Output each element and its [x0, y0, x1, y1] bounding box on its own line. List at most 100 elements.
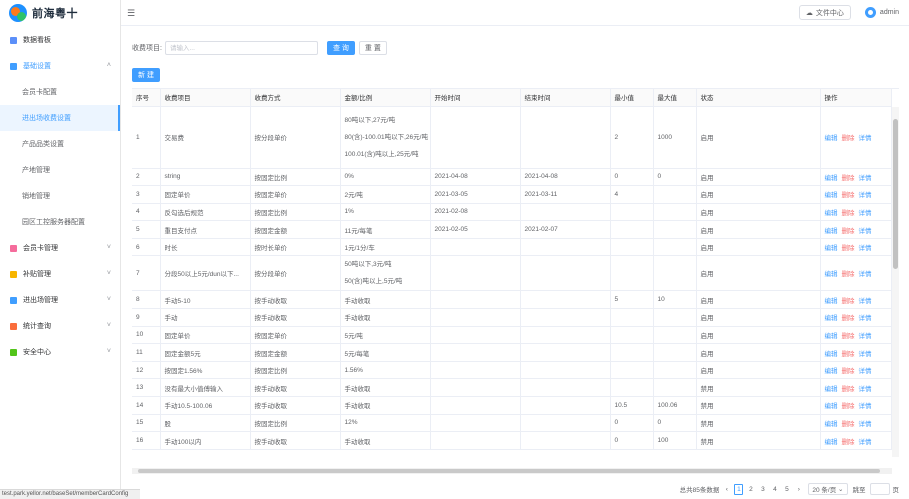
detail-link[interactable]: 详情	[859, 368, 872, 375]
page-number[interactable]: 3	[758, 484, 767, 495]
delete-link[interactable]: 删除	[842, 228, 855, 235]
edit-link[interactable]: 编辑	[825, 315, 838, 322]
sidebar-item-4[interactable]: 进出场管理 ˅	[0, 287, 120, 313]
detail-link[interactable]: 详情	[859, 192, 872, 199]
horizontal-scrollbar[interactable]	[132, 468, 892, 474]
edit-link[interactable]: 编辑	[825, 421, 838, 428]
detail-link[interactable]: 详情	[859, 386, 872, 393]
submenu-item-1[interactable]: 进出场收费设置	[0, 105, 120, 131]
edit-link[interactable]: 编辑	[825, 333, 838, 340]
delete-link[interactable]: 删除	[842, 333, 855, 340]
page-size-select[interactable]: 20 条/页 ⌄	[808, 483, 848, 495]
sidebar-item-1[interactable]: 基础设置 ˄	[0, 53, 120, 79]
cell-status: 启用	[696, 308, 821, 327]
edit-link[interactable]: 编辑	[825, 403, 838, 410]
goto-input[interactable]	[869, 483, 890, 495]
sidebar-item-0[interactable]: 数据看板	[0, 27, 120, 53]
cloud-icon: ☁	[805, 9, 813, 17]
submenu-item-0[interactable]: 会员卡配置	[0, 79, 120, 105]
detail-link[interactable]: 详情	[859, 210, 872, 217]
sidebar-item-3[interactable]: 补贴管理 ˅	[0, 261, 120, 287]
detail-link[interactable]: 详情	[859, 298, 872, 305]
cell-status: 启用	[696, 203, 821, 222]
reset-button[interactable]: 重 置	[358, 41, 387, 55]
page-number[interactable]: 1	[734, 483, 744, 495]
detail-link[interactable]: 详情	[859, 403, 872, 410]
cell-item: 手动100以内	[160, 431, 251, 450]
delete-link[interactable]: 删除	[842, 421, 855, 428]
edit-link[interactable]: 编辑	[825, 228, 838, 235]
delete-link[interactable]: 删除	[842, 175, 855, 182]
cell-amount: 12%	[340, 414, 431, 433]
delete-link[interactable]: 删除	[842, 315, 855, 322]
delete-link[interactable]: 删除	[842, 298, 855, 305]
edit-link[interactable]: 编辑	[825, 368, 838, 375]
cell-min	[610, 343, 654, 362]
detail-link[interactable]: 详情	[859, 333, 872, 340]
edit-link[interactable]: 编辑	[825, 271, 838, 278]
edit-link[interactable]: 编辑	[825, 135, 838, 142]
delete-link[interactable]: 删除	[842, 135, 855, 142]
detail-link[interactable]: 详情	[859, 439, 872, 446]
cell-status: 启用	[696, 106, 821, 169]
file-center-button[interactable]: ☁ 文件中心	[798, 5, 851, 20]
page-number[interactable]: 5	[782, 484, 791, 495]
logo-icon	[9, 4, 27, 22]
delete-link[interactable]: 删除	[842, 439, 855, 446]
query-button[interactable]: 查 询	[326, 41, 355, 55]
edit-link[interactable]: 编辑	[825, 192, 838, 199]
brand-logo[interactable]: 前海粤十	[0, 0, 120, 26]
edit-link[interactable]: 编辑	[825, 245, 838, 252]
submenu-item-4[interactable]: 销地管理	[0, 183, 120, 209]
sidebar-item-6[interactable]: 安全中心 ˅	[0, 339, 120, 365]
detail-link[interactable]: 详情	[859, 135, 872, 142]
cell-start: 2021-02-05	[430, 220, 521, 239]
delete-link[interactable]: 删除	[842, 368, 855, 375]
edit-link[interactable]: 编辑	[825, 351, 838, 358]
sidebar-item-5[interactable]: 统计查询 ˅	[0, 313, 120, 339]
edit-link[interactable]: 编辑	[825, 298, 838, 305]
delete-link[interactable]: 删除	[842, 403, 855, 410]
edit-link[interactable]: 编辑	[825, 439, 838, 446]
delete-link[interactable]: 删除	[842, 351, 855, 358]
submenu-item-5[interactable]: 园区工控服务器配置	[0, 209, 120, 235]
cell-actions: 编辑 删除 详情	[820, 396, 892, 415]
horizontal-scroll-thumb[interactable]	[138, 469, 880, 473]
avatar[interactable]	[864, 7, 876, 18]
delete-link[interactable]: 删除	[842, 245, 855, 252]
menu-fold-icon[interactable]: ☰	[127, 8, 137, 18]
edit-link[interactable]: 编辑	[825, 210, 838, 217]
detail-link[interactable]: 详情	[859, 351, 872, 358]
detail-link[interactable]: 详情	[859, 315, 872, 322]
detail-link[interactable]: 详情	[859, 271, 872, 278]
prev-page-icon[interactable]: ‹	[722, 484, 731, 495]
submenu-item-3[interactable]: 产地管理	[0, 157, 120, 183]
edit-link[interactable]: 编辑	[825, 386, 838, 393]
delete-link[interactable]: 删除	[842, 210, 855, 217]
submenu-item-2[interactable]: 产品品类设置	[0, 131, 120, 157]
search-input[interactable]	[164, 41, 318, 55]
cell-actions: 编辑 删除 详情	[820, 378, 892, 398]
detail-link[interactable]: 详情	[859, 228, 872, 235]
cell-amount: 手动收取	[340, 396, 431, 415]
cell-min	[610, 361, 654, 380]
username[interactable]: admin	[880, 9, 899, 16]
sidebar-item-2[interactable]: 会员卡管理 ˅	[0, 235, 120, 261]
cell-start	[430, 238, 521, 257]
vertical-scrollbar[interactable]	[892, 107, 899, 457]
detail-link[interactable]: 详情	[859, 245, 872, 252]
page-number[interactable]: 2	[746, 484, 755, 495]
detail-link[interactable]: 详情	[859, 421, 872, 428]
new-button[interactable]: 新 建	[132, 68, 160, 82]
vertical-scroll-thumb[interactable]	[893, 119, 898, 269]
delete-link[interactable]: 删除	[842, 386, 855, 393]
cell-actions: 编辑 删除 详情	[820, 238, 892, 257]
detail-link[interactable]: 详情	[859, 175, 872, 182]
delete-link[interactable]: 删除	[842, 271, 855, 278]
next-page-icon[interactable]: ›	[794, 484, 803, 495]
cell-method: 按手动收取	[250, 308, 341, 327]
column-header: 序号	[132, 89, 161, 107]
delete-link[interactable]: 删除	[842, 192, 855, 199]
page-number[interactable]: 4	[770, 484, 779, 495]
edit-link[interactable]: 编辑	[825, 175, 838, 182]
